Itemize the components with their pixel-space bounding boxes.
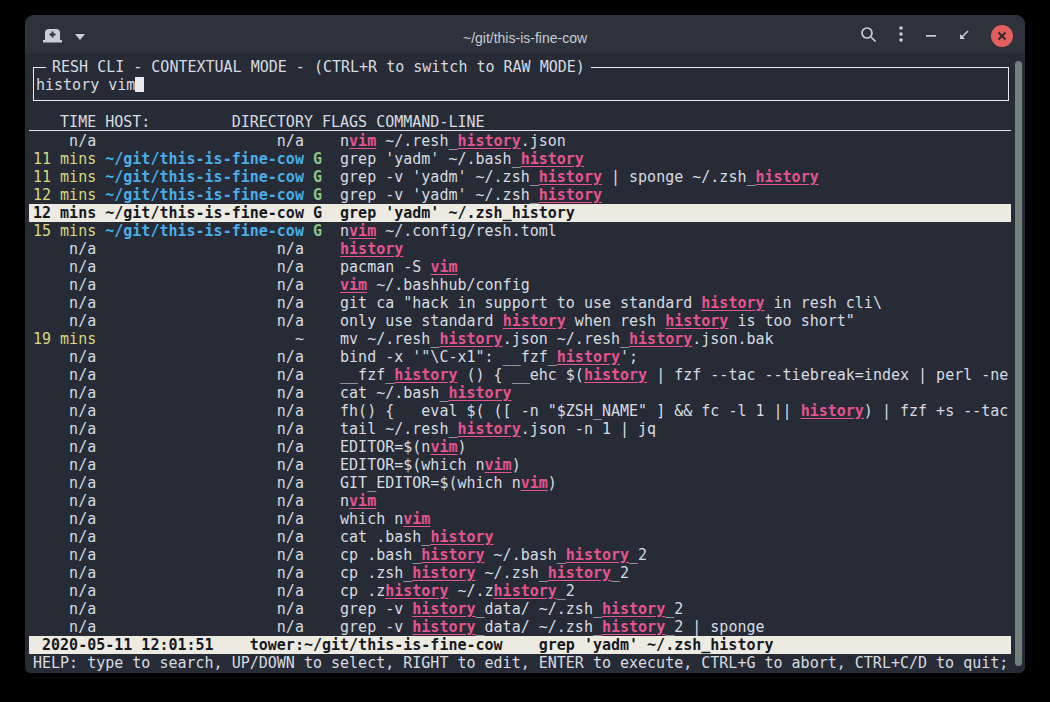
- search-icon[interactable]: [860, 26, 877, 47]
- history-row[interactable]: 11 mins ~/git/this-is-fine-cow G grep 'y…: [29, 150, 1011, 168]
- history-row[interactable]: n/a n/a fh() { eval $( ([ -n "$ZSH_NAME"…: [29, 402, 1011, 420]
- history-row[interactable]: 11 mins ~/git/this-is-fine-cow G grep -v…: [29, 168, 1011, 186]
- history-row[interactable]: 12 mins ~/git/this-is-fine-cow G grep -v…: [29, 186, 1011, 204]
- history-row[interactable]: n/a n/a history: [29, 240, 1011, 258]
- help-line: HELP: type to search, UP/DOWN to select,…: [33, 654, 1011, 672]
- table-header: TIME HOST: DIRECTORY FLAGS COMMAND-LINE: [29, 113, 1011, 131]
- terminal-window: ~/git/this-is-fine-cow: [25, 15, 1025, 673]
- history-row[interactable]: n/a n/a vim ~/.bashhub/config: [29, 276, 1011, 294]
- history-row[interactable]: n/a n/a only use standard history when r…: [29, 312, 1011, 330]
- history-row[interactable]: n/a n/a EDITOR=$(nvim): [29, 438, 1011, 456]
- search-input[interactable]: history vim: [36, 76, 144, 94]
- restore-icon[interactable]: [958, 27, 970, 45]
- history-row[interactable]: n/a n/a nvim: [29, 492, 1011, 510]
- history-row[interactable]: n/a n/a bind -x '"\C-x1": __fzf_history'…: [29, 348, 1011, 366]
- minimize-icon[interactable]: [925, 27, 937, 45]
- menu-icon[interactable]: [898, 25, 904, 47]
- history-row[interactable]: n/a n/a cp .zsh_history ~/.zsh_history_2: [29, 564, 1011, 582]
- history-row[interactable]: n/a n/a cat .bash_history: [29, 528, 1011, 546]
- history-row[interactable]: n/a n/a cat ~/.bash_history: [29, 384, 1011, 402]
- history-row[interactable]: n/a n/a pacman -S vim: [29, 258, 1011, 276]
- history-row[interactable]: n/a n/a tail ~/.resh_history.json -n 1 |…: [29, 420, 1011, 438]
- close-icon[interactable]: [991, 25, 1013, 47]
- history-row[interactable]: n/a n/a GIT_EDITOR=$(which nvim): [29, 474, 1011, 492]
- history-list: n/a n/a nvim ~/.resh_history.json11 mins…: [29, 132, 1011, 636]
- history-row[interactable]: n/a n/a grep -v history_data/ ~/.zsh_his…: [29, 600, 1011, 618]
- history-row[interactable]: 19 mins ~ mv ~/.resh_history.json ~/.res…: [29, 330, 1011, 348]
- history-row[interactable]: n/a n/a nvim ~/.resh_history.json: [29, 132, 1011, 150]
- history-row[interactable]: n/a n/a cp .bash_history ~/.bash_history…: [29, 546, 1011, 564]
- history-row[interactable]: 12 mins ~/git/this-is-fine-cow G grep 'y…: [29, 204, 1011, 222]
- history-row[interactable]: n/a n/a grep -v history_data/ ~/.zsh_his…: [29, 618, 1011, 636]
- history-row[interactable]: n/a n/a cp .zhistory ~/.zhistory_2: [29, 582, 1011, 600]
- scrollbar[interactable]: [1015, 61, 1022, 666]
- history-row[interactable]: 15 mins ~/git/this-is-fine-cow G nvim ~/…: [29, 222, 1011, 240]
- text-cursor: [135, 77, 144, 92]
- search-box: RESH CLI - CONTEXTUAL MODE - (CTRL+R to …: [33, 67, 1009, 101]
- search-box-title: RESH CLI - CONTEXTUAL MODE - (CTRL+R to …: [46, 58, 591, 76]
- terminal-content: RESH CLI - CONTEXTUAL MODE - (CTRL+R to …: [25, 53, 1025, 673]
- history-row[interactable]: n/a n/a __fzf_history () { __ehc $(histo…: [29, 366, 1011, 384]
- history-row[interactable]: n/a n/a git ca "hack in support to use s…: [29, 294, 1011, 312]
- history-row[interactable]: n/a n/a which nvim: [29, 510, 1011, 528]
- status-bar: 2020-05-11 12:01:51 tower:~/git/this-is-…: [29, 636, 1011, 654]
- titlebar: ~/git/this-is-fine-cow: [25, 15, 1025, 53]
- history-row[interactable]: n/a n/a EDITOR=$(which nvim): [29, 456, 1011, 474]
